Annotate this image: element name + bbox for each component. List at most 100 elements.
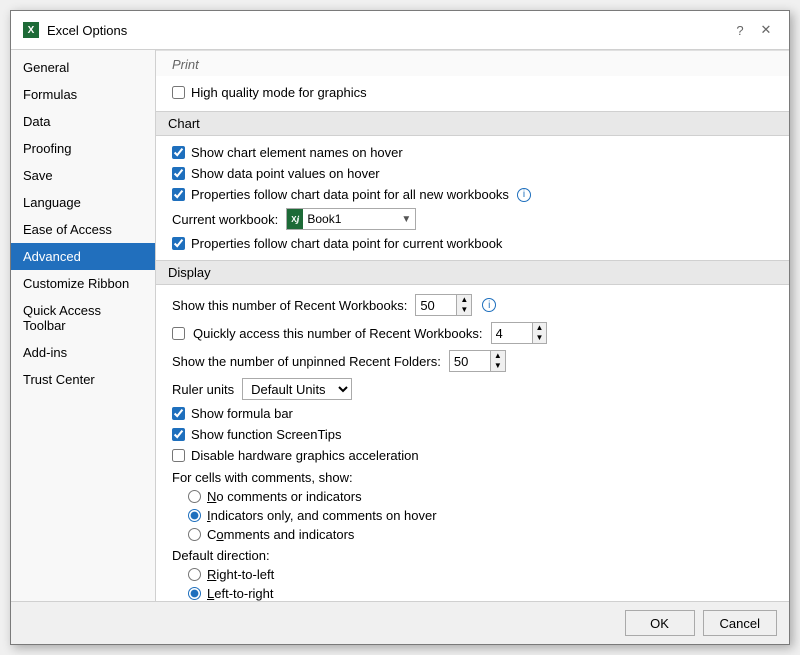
recent-workbooks-row: Show this number of Recent Workbooks: ▲ … [172, 291, 773, 319]
print-section-label: Print [156, 50, 789, 76]
chart-section-content: Show chart element names on hover Show d… [156, 136, 789, 260]
show-screentips-label: Show function ScreenTips [191, 427, 342, 442]
quickly-access-spinner-down[interactable]: ▼ [533, 333, 547, 343]
ruler-units-row: Ruler units Default Units Inches Centime… [172, 375, 773, 403]
show-data-point-label: Show data point values on hover [191, 166, 380, 181]
quickly-access-checkbox[interactable] [172, 327, 185, 340]
content-scroll: Print High quality mode for graphics Cha… [156, 50, 789, 601]
left-to-right-label: Left-to-right [207, 586, 273, 601]
spinner-down-button[interactable]: ▼ [457, 305, 471, 315]
show-screentips-checkbox[interactable] [172, 428, 185, 441]
title-bar-left: X Excel Options [23, 22, 127, 38]
sidebar-item-customize-ribbon[interactable]: Customize Ribbon [11, 270, 155, 297]
properties-current-workbook-checkbox[interactable] [172, 237, 185, 250]
high-quality-label: High quality mode for graphics [191, 85, 367, 100]
properties-all-workbooks-checkbox[interactable] [172, 188, 185, 201]
indicators-only-label: Indicators only, and comments on hover [207, 508, 437, 523]
sidebar-item-data[interactable]: Data [11, 108, 155, 135]
sidebar-item-general[interactable]: General [11, 54, 155, 81]
unpinned-folders-spinner-up[interactable]: ▲ [491, 351, 505, 361]
app-icon: X [23, 22, 39, 38]
left-to-right-row: Left-to-right [188, 584, 773, 601]
spinner-buttons: ▲ ▼ [456, 295, 471, 315]
quickly-access-spinner: ▲ ▼ [491, 322, 548, 344]
quickly-access-input[interactable] [492, 323, 532, 343]
quickly-access-spinner-up[interactable]: ▲ [533, 323, 547, 333]
current-workbook-select[interactable]: Xⅉ Book1 ▼ [286, 208, 416, 230]
sidebar-item-ease-of-access[interactable]: Ease of Access [11, 216, 155, 243]
show-element-names-row: Show chart element names on hover [172, 142, 773, 163]
recent-workbooks-input[interactable] [416, 295, 456, 315]
indicators-only-radio[interactable] [188, 509, 201, 522]
right-to-left-label: Right-to-left [207, 567, 274, 582]
ruler-units-label: Ruler units [172, 382, 234, 397]
title-controls: ? ✕ [729, 19, 777, 41]
unpinned-folders-input[interactable] [450, 351, 490, 371]
title-bar: X Excel Options ? ✕ [11, 11, 789, 50]
ok-button[interactable]: OK [625, 610, 695, 636]
content-area: Print High quality mode for graphics Cha… [156, 50, 789, 601]
direction-radio-group: Right-to-left Left-to-right [172, 565, 773, 601]
spinner-up-button[interactable]: ▲ [457, 295, 471, 305]
ruler-units-select[interactable]: Default Units Inches Centimeters Millime… [242, 378, 352, 400]
properties-all-info-icon[interactable]: i [517, 188, 531, 202]
current-workbook-value: Book1 [303, 212, 397, 226]
disable-hardware-label: Disable hardware graphics acceleration [191, 448, 419, 463]
quickly-access-spinner-buttons: ▲ ▼ [532, 323, 547, 343]
print-section: High quality mode for graphics [156, 76, 789, 111]
dialog-body: General Formulas Data Proofing Save Lang… [11, 50, 789, 601]
unpinned-folders-row: Show the number of unpinned Recent Folde… [172, 347, 773, 375]
sidebar-item-quick-access-toolbar[interactable]: Quick Access Toolbar [11, 297, 155, 339]
disable-hardware-checkbox[interactable] [172, 449, 185, 462]
no-comments-label: No comments or indicators [207, 489, 362, 504]
current-workbook-label: Current workbook: [172, 212, 278, 227]
indicators-only-row: Indicators only, and comments on hover [188, 506, 773, 525]
right-to-left-row: Right-to-left [188, 565, 773, 584]
sidebar: General Formulas Data Proofing Save Lang… [11, 50, 156, 601]
properties-current-workbook-row: Properties follow chart data point for c… [172, 233, 773, 254]
sidebar-item-formulas[interactable]: Formulas [11, 81, 155, 108]
show-data-point-row: Show data point values on hover [172, 163, 773, 184]
dialog-footer: OK Cancel [11, 601, 789, 644]
recent-workbooks-info-icon[interactable]: i [482, 298, 496, 312]
disable-hardware-row: Disable hardware graphics acceleration [172, 445, 773, 466]
no-comments-radio[interactable] [188, 490, 201, 503]
high-quality-row: High quality mode for graphics [172, 82, 773, 103]
cancel-button[interactable]: Cancel [703, 610, 777, 636]
display-section-content: Show this number of Recent Workbooks: ▲ … [156, 285, 789, 601]
help-button[interactable]: ? [729, 19, 751, 41]
excel-options-dialog: X Excel Options ? ✕ General Formulas Dat… [10, 10, 790, 645]
sidebar-item-save[interactable]: Save [11, 162, 155, 189]
sidebar-item-proofing[interactable]: Proofing [11, 135, 155, 162]
comments-indicators-row: Comments and indicators [188, 525, 773, 544]
sidebar-item-advanced[interactable]: Advanced [11, 243, 155, 270]
display-section-header: Display [156, 260, 789, 285]
sidebar-item-language[interactable]: Language [11, 189, 155, 216]
quickly-access-label: Quickly access this number of Recent Wor… [193, 326, 483, 341]
properties-current-workbook-label: Properties follow chart data point for c… [191, 236, 502, 251]
no-comments-row: No comments or indicators [188, 487, 773, 506]
comments-indicators-radio[interactable] [188, 528, 201, 541]
comments-indicators-label: Comments and indicators [207, 527, 354, 542]
show-element-names-label: Show chart element names on hover [191, 145, 403, 160]
current-workbook-row: Current workbook: Xⅉ Book1 ▼ [172, 205, 773, 233]
workbook-select-arrow: ▼ [397, 214, 415, 225]
show-screentips-row: Show function ScreenTips [172, 424, 773, 445]
properties-all-workbooks-label: Properties follow chart data point for a… [191, 187, 509, 202]
sidebar-item-trust-center[interactable]: Trust Center [11, 366, 155, 393]
show-element-names-checkbox[interactable] [172, 146, 185, 159]
show-formula-bar-checkbox[interactable] [172, 407, 185, 420]
unpinned-folders-spinner-down[interactable]: ▼ [491, 361, 505, 371]
show-formula-bar-label: Show formula bar [191, 406, 293, 421]
recent-workbooks-spinner: ▲ ▼ [415, 294, 472, 316]
recent-workbooks-label: Show this number of Recent Workbooks: [172, 298, 407, 313]
dialog-title: Excel Options [47, 23, 127, 38]
high-quality-checkbox[interactable] [172, 86, 185, 99]
close-button[interactable]: ✕ [755, 19, 777, 41]
unpinned-folders-spinner-buttons: ▲ ▼ [490, 351, 505, 371]
left-to-right-radio[interactable] [188, 587, 201, 600]
show-data-point-checkbox[interactable] [172, 167, 185, 180]
direction-label: Default direction: [172, 544, 773, 565]
right-to-left-radio[interactable] [188, 568, 201, 581]
sidebar-item-add-ins[interactable]: Add-ins [11, 339, 155, 366]
